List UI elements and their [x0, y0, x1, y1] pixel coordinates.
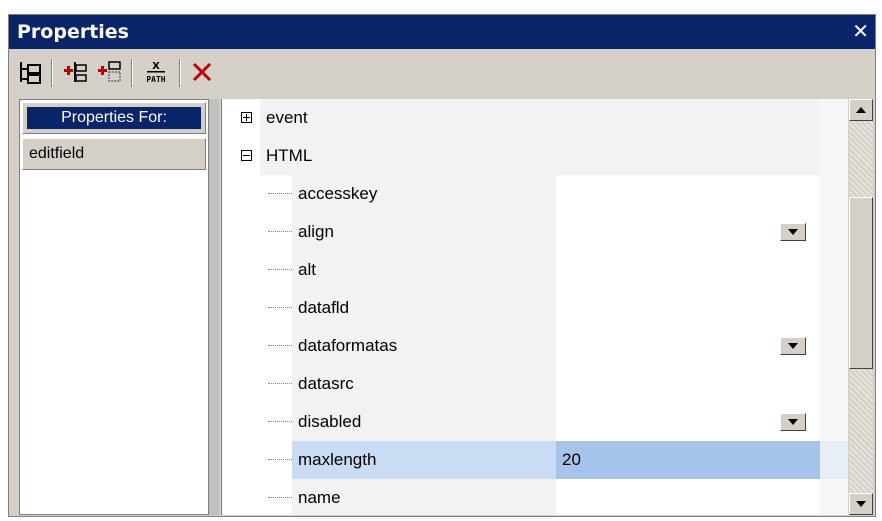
property-value[interactable] [556, 365, 820, 403]
properties-for-header: Properties For: [22, 102, 206, 134]
property-name: accesskey [292, 175, 556, 213]
tree-layout-button[interactable] [15, 57, 45, 87]
property-name: disabled [292, 403, 556, 441]
add-sibling-button[interactable] [95, 57, 125, 87]
collapse-icon[interactable] [241, 150, 252, 161]
add-child-icon [64, 62, 87, 82]
row-gap [820, 175, 848, 213]
tree-line [268, 345, 292, 346]
property-row[interactable]: disabled [222, 403, 848, 441]
row-gap [820, 327, 848, 365]
tree-line [268, 459, 292, 460]
property-name: datasrc [292, 365, 556, 403]
tree-line [268, 383, 292, 384]
properties-window: Properties ✕ X PATH Properties For: edit… [8, 14, 876, 517]
toolbar-separator [51, 59, 53, 87]
add-sibling-icon [98, 61, 121, 82]
property-row-selected[interactable]: maxlength 20 [222, 441, 848, 479]
tree-line [268, 497, 292, 498]
toolbar-separator [179, 59, 181, 87]
tree-indent [222, 213, 292, 251]
tree-layout-icon [20, 62, 41, 84]
row-gap [820, 289, 848, 327]
property-name: alt [292, 251, 556, 289]
row-gap [820, 99, 848, 137]
expand-icon[interactable] [241, 112, 252, 123]
tree-indent [222, 175, 292, 213]
row-gap [820, 213, 848, 251]
row-gap [820, 137, 848, 175]
xpath-icon-top-label: X [152, 61, 160, 72]
property-name: datafld [292, 289, 556, 327]
dropdown-arrow-icon[interactable] [780, 413, 806, 431]
property-value[interactable] [556, 175, 820, 213]
tree-indent [222, 289, 292, 327]
delete-button[interactable] [187, 57, 217, 87]
row-gap [820, 251, 848, 289]
dropdown-arrow-icon[interactable] [780, 337, 806, 355]
row-gap [820, 441, 848, 479]
property-name: name [292, 479, 556, 515]
row-gap [820, 403, 848, 441]
tree-line [268, 421, 292, 422]
group-row-event[interactable]: event [222, 99, 848, 137]
property-row[interactable]: datafld [222, 289, 848, 327]
property-row[interactable]: datasrc [222, 365, 848, 403]
properties-for-pane: Properties For: editfield [19, 99, 209, 515]
property-row[interactable]: dataformatas [222, 327, 848, 365]
properties-for-item[interactable]: editfield [22, 138, 206, 170]
content-area: Properties For: editfield event HTML acc… [11, 95, 873, 515]
title-bar: Properties ✕ [9, 15, 875, 49]
properties-for-label: Properties For: [27, 107, 201, 129]
tree-line [268, 307, 292, 308]
property-name: maxlength [292, 441, 556, 479]
group-label: HTML [260, 137, 820, 175]
vertical-scrollbar[interactable] [849, 99, 873, 515]
property-value[interactable] [556, 289, 820, 327]
property-value[interactable] [556, 479, 820, 515]
group-row-html[interactable]: HTML [222, 137, 848, 175]
property-row[interactable]: alt [222, 251, 848, 289]
tree-indent [222, 327, 292, 365]
property-value[interactable]: 20 [556, 441, 820, 479]
tree-line [268, 231, 292, 232]
window-title: Properties [17, 21, 129, 43]
property-row[interactable]: name [222, 479, 848, 515]
pane-splitter[interactable] [209, 99, 219, 515]
scroll-up-button[interactable] [849, 99, 873, 121]
add-child-button[interactable] [61, 57, 91, 87]
tree-line [268, 193, 292, 194]
toolbar: X PATH [9, 49, 875, 95]
property-row[interactable]: accesskey [222, 175, 848, 213]
xpath-icon: X PATH [146, 61, 165, 84]
tree-indent [222, 365, 292, 403]
scroll-thumb[interactable] [849, 197, 873, 369]
scroll-down-button[interactable] [849, 493, 873, 515]
tree-indent [222, 403, 292, 441]
row-gap [820, 479, 848, 515]
scroll-down-icon [856, 501, 866, 507]
scroll-up-icon [856, 107, 866, 113]
tree-indent [222, 441, 292, 479]
property-row[interactable]: align [222, 213, 848, 251]
group-label: event [260, 99, 820, 137]
xpath-button[interactable]: X PATH [141, 57, 171, 87]
property-name: align [292, 213, 556, 251]
property-value[interactable] [556, 251, 820, 289]
tree-indent [222, 251, 292, 289]
xpath-icon-bottom-label: PATH [146, 75, 165, 84]
close-icon[interactable]: ✕ [852, 20, 869, 42]
property-name: dataformatas [292, 327, 556, 365]
tree-line [268, 269, 292, 270]
delete-icon [192, 62, 212, 82]
row-gap [820, 365, 848, 403]
toolbar-separator [131, 59, 133, 87]
property-grid: event HTML accesskey align alt datafld d… [221, 99, 848, 515]
dropdown-arrow-icon[interactable] [780, 223, 806, 241]
